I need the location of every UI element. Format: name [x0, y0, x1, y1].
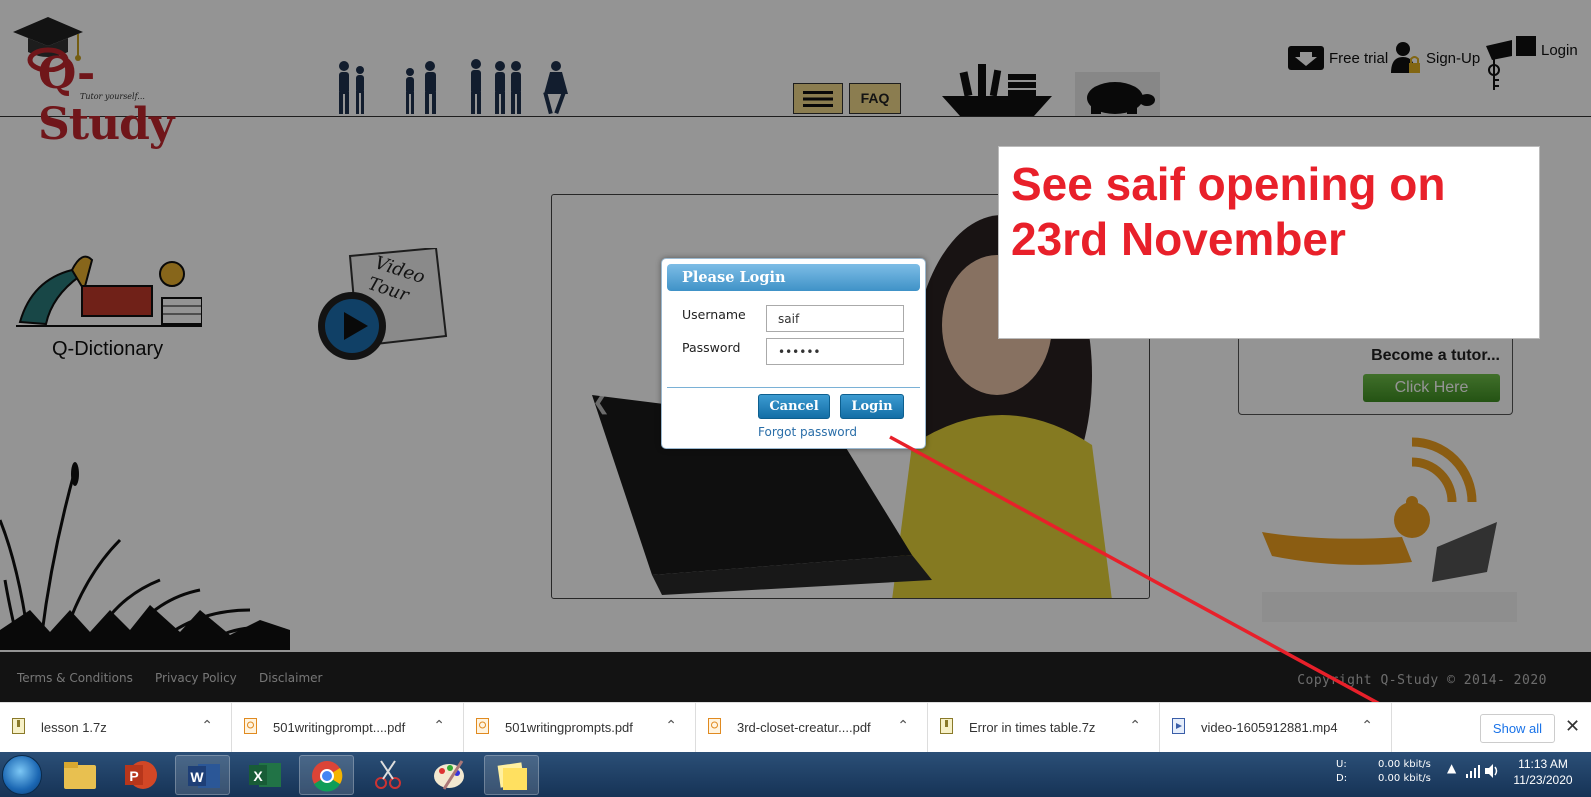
excel-icon: X — [249, 763, 281, 787]
chevron-up-icon[interactable]: ⌃ — [1129, 718, 1141, 734]
dialog-divider — [667, 387, 920, 388]
download-filename: 501writingprompts.pdf — [505, 720, 633, 735]
chevron-up-icon[interactable]: ⌃ — [201, 718, 213, 734]
sticky-notes-icon — [497, 762, 527, 790]
folder-icon — [64, 762, 96, 789]
login-dialog: Please Login Username Password Cancel Lo… — [661, 258, 926, 449]
taskbar-sticky-notes-button[interactable] — [484, 755, 539, 795]
password-label: Password — [682, 340, 741, 355]
taskbar-word-button[interactable]: W — [175, 755, 230, 795]
paint-palette-icon — [434, 760, 464, 790]
annotation-callout: See saif opening on 23rd November — [998, 146, 1540, 339]
login-dialog-title: Please Login — [667, 264, 920, 291]
pdf-icon — [476, 718, 489, 734]
net-values: 0.00 kbit/s 0.00 kbit/s — [1378, 758, 1431, 786]
forgot-password-link[interactable]: Forgot password — [758, 425, 857, 439]
system-clock[interactable]: 11:13 AM 11/23/2020 — [1503, 756, 1583, 788]
archive-icon — [12, 718, 25, 734]
download-item[interactable]: Error in times table.7z ⌃ — [928, 703, 1160, 753]
download-filename: Error in times table.7z — [969, 720, 1096, 735]
volume-icon[interactable] — [1484, 763, 1500, 779]
net-down-label: D: — [1336, 773, 1348, 784]
scissors-icon — [375, 760, 401, 789]
chevron-up-icon[interactable]: ⌃ — [897, 718, 909, 734]
password-input[interactable] — [766, 338, 904, 365]
download-filename: 501writingprompt....pdf — [273, 720, 406, 735]
download-item[interactable]: 501writingprompt....pdf ⌃ — [232, 703, 464, 753]
taskbar-explorer-button[interactable] — [52, 755, 107, 795]
clock-date: 11/23/2020 — [1513, 773, 1573, 787]
download-filename: video-1605912881.mp4 — [1201, 720, 1338, 735]
chrome-icon — [312, 761, 343, 792]
downloads-bar: lesson 1.7z ⌃ 501writingprompt....pdf ⌃ … — [0, 702, 1591, 753]
network-signal-icon[interactable] — [1466, 764, 1480, 778]
video-file-icon — [1172, 718, 1185, 734]
chevron-up-icon[interactable]: ⌃ — [433, 718, 445, 734]
svg-text:X: X — [253, 768, 263, 784]
clock-time: 11:13 AM — [1518, 757, 1568, 771]
net-labels: U: D: — [1336, 758, 1347, 786]
net-down-value: 0.00 kbit/s — [1378, 773, 1431, 784]
svg-text:W: W — [190, 769, 204, 785]
close-icon[interactable]: ✕ — [1565, 716, 1580, 737]
login-button[interactable]: Login — [840, 394, 904, 419]
taskbar-powerpoint-button[interactable]: P — [113, 755, 168, 795]
taskbar-excel-button[interactable]: X — [237, 755, 292, 795]
archive-icon — [940, 718, 953, 734]
username-input[interactable] — [766, 305, 904, 332]
cancel-button[interactable]: Cancel — [758, 394, 830, 419]
net-up-value: 0.00 kbit/s — [1378, 759, 1431, 770]
show-all-downloads-button[interactable]: Show all — [1480, 714, 1555, 743]
pdf-icon — [708, 718, 721, 734]
taskbar-snipping-tool-button[interactable] — [361, 755, 416, 795]
word-icon: W — [188, 764, 220, 788]
powerpoint-icon: P — [125, 761, 157, 789]
download-item[interactable]: lesson 1.7z ⌃ — [0, 703, 232, 753]
svg-text:P: P — [129, 768, 138, 784]
chevron-up-icon[interactable]: ⌃ — [665, 718, 677, 734]
username-label: Username — [682, 307, 746, 322]
taskbar-paint-button[interactable] — [422, 755, 477, 795]
download-item[interactable]: 501writingprompts.pdf ⌃ — [464, 703, 696, 753]
annotation-text: See saif opening on 23rd November — [1011, 158, 1446, 265]
start-button[interactable] — [2, 755, 42, 795]
windows-taskbar: P W X U: D: 0.00 kbit/s 0.00 kbit/s ▲ 11:1… — [0, 752, 1591, 797]
download-item[interactable]: video-1605912881.mp4 ⌃ — [1160, 703, 1392, 753]
download-filename: lesson 1.7z — [41, 720, 107, 735]
tray-expand-icon[interactable]: ▲ — [1447, 761, 1456, 775]
net-up-label: U: — [1336, 759, 1347, 770]
taskbar-chrome-button[interactable] — [299, 755, 354, 795]
download-item[interactable]: 3rd-closet-creatur....pdf ⌃ — [696, 703, 928, 753]
chevron-up-icon[interactable]: ⌃ — [1361, 718, 1373, 734]
download-filename: 3rd-closet-creatur....pdf — [737, 720, 871, 735]
pdf-icon — [244, 718, 257, 734]
